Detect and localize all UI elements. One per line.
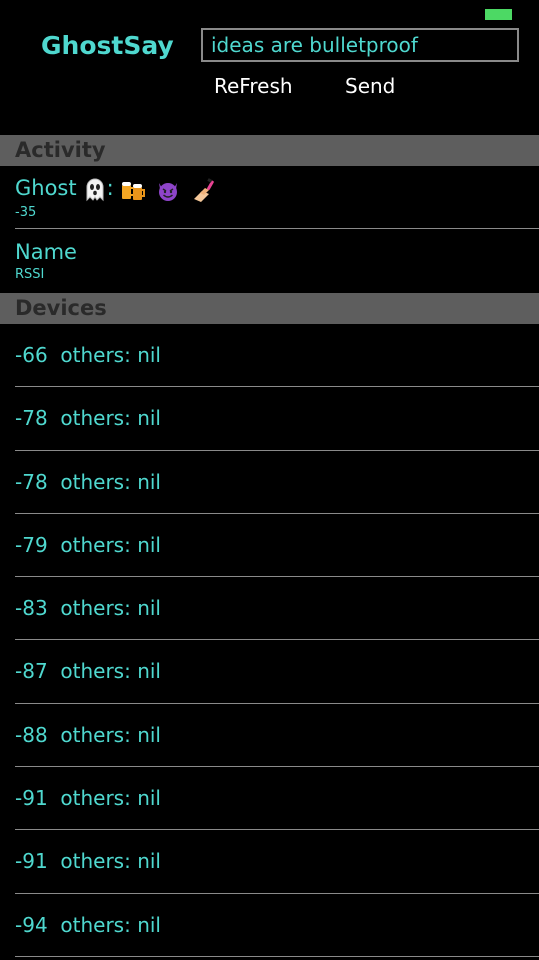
device-row[interactable]: -94 others: nil — [0, 894, 539, 957]
activity-title: Name — [15, 240, 77, 264]
activity-sender: Ghost — [15, 176, 77, 200]
activity-row[interactable]: Name RSSI — [0, 230, 539, 293]
activity-title: Ghost : — [15, 175, 220, 203]
device-gap — [48, 470, 61, 494]
device-others: others: nil — [60, 659, 161, 684]
device-rssi: -88 — [15, 722, 48, 747]
device-rssi: -87 — [15, 659, 48, 684]
device-row-text: -83 others: nil — [15, 595, 161, 621]
device-gap — [48, 659, 61, 683]
nail-polish-icon — [191, 177, 217, 203]
app-screen: GhostSay ideas are bulletproof ReFresh S… — [0, 0, 539, 960]
device-row-text: -78 others: nil — [15, 405, 161, 431]
device-gap — [48, 596, 61, 620]
activity-separator: : — [106, 176, 114, 200]
device-gap — [48, 786, 61, 810]
device-rssi: -83 — [15, 596, 48, 621]
device-row-text: -94 others: nil — [15, 912, 161, 938]
activity-rssi: RSSI — [15, 267, 45, 282]
row-separator — [15, 228, 539, 229]
device-gap — [48, 343, 61, 367]
device-row-text: -79 others: nil — [15, 532, 161, 558]
device-row-text: -91 others: nil — [15, 848, 161, 874]
device-others: others: nil — [60, 722, 161, 747]
device-others: others: nil — [60, 469, 161, 494]
device-row[interactable]: -79 others: nil — [0, 514, 539, 578]
device-row[interactable]: -83 others: nil — [0, 577, 539, 641]
device-others: others: nil — [60, 343, 161, 367]
device-rssi: -91 — [15, 849, 48, 874]
device-row[interactable]: -66 others: nil — [0, 324, 539, 388]
device-others: others: nil — [60, 406, 161, 431]
device-list: -66 others: nil -78 others: nil -78 others… — [0, 324, 539, 957]
device-others: others: nil — [60, 912, 161, 937]
device-others: others: nil — [60, 532, 161, 557]
activity-rssi: -35 — [15, 205, 37, 220]
device-row-text: -78 others: nil — [15, 469, 161, 495]
device-rssi: -94 — [15, 912, 48, 937]
message-input[interactable]: ideas are bulletproof — [201, 28, 519, 62]
device-gap — [48, 913, 61, 937]
device-gap — [48, 723, 61, 747]
device-others: others: nil — [60, 849, 161, 874]
activity-row[interactable]: Ghost : -35 — [0, 166, 539, 229]
row-separator — [15, 955, 539, 957]
device-row[interactable]: -88 others: nil — [0, 704, 539, 768]
app-title: GhostSay — [41, 31, 174, 60]
device-rssi: -78 — [15, 406, 48, 431]
device-row[interactable]: -91 others: nil — [0, 830, 539, 894]
battery-icon — [485, 9, 512, 20]
device-row[interactable]: -78 others: nil — [0, 387, 539, 451]
activity-message-emojis — [120, 176, 220, 203]
smiling-devil-icon — [155, 177, 181, 203]
device-row[interactable]: -91 others: nil — [0, 767, 539, 831]
device-others: others: nil — [60, 786, 161, 811]
activity-section-header: Activity — [0, 135, 539, 166]
device-gap — [48, 533, 61, 557]
send-button[interactable]: Send — [345, 72, 395, 100]
beer-mugs-icon — [120, 177, 146, 203]
device-others: others: nil — [60, 596, 161, 621]
ghost-emoji-icon — [83, 176, 107, 202]
device-row-text: -88 others: nil — [15, 722, 161, 748]
device-rssi: -91 — [15, 786, 48, 811]
device-rssi: -78 — [15, 469, 48, 494]
refresh-button[interactable]: ReFresh — [214, 72, 293, 100]
device-row-text: -87 others: nil — [15, 658, 161, 684]
device-row-text: -91 others: nil — [15, 785, 161, 811]
device-row[interactable]: -78 others: nil — [0, 451, 539, 514]
device-gap — [48, 406, 61, 430]
device-gap — [48, 849, 61, 873]
device-row-text: -66 others: nil — [15, 342, 161, 368]
device-rssi: -66 — [15, 343, 48, 367]
device-row[interactable]: -87 others: nil — [0, 640, 539, 704]
devices-section-header: Devices — [0, 293, 539, 324]
device-rssi: -79 — [15, 532, 48, 557]
